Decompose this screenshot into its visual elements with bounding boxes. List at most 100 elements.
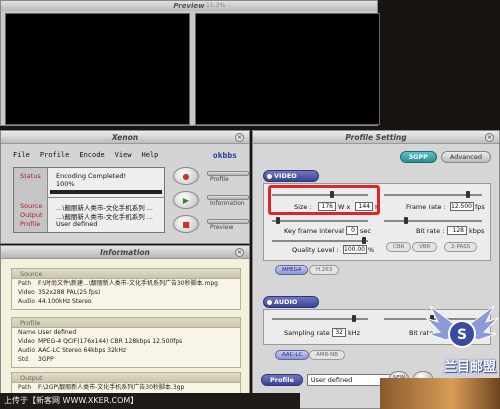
progress-text: 100%	[56, 180, 75, 188]
status-value: Encoding Completed!	[56, 172, 127, 180]
key-frame-label: Key frame interval :	[284, 227, 349, 235]
tab-advanced[interactable]: Advanced	[440, 151, 491, 163]
record-icon: ●	[182, 171, 190, 181]
close-icon[interactable]: ×	[485, 133, 494, 142]
key-frame-input[interactable]: 0	[346, 226, 358, 235]
info-row: Audio AAC-LC Stereo 64kbps 32kHz	[12, 346, 240, 355]
vbr-toggle[interactable]: VBR	[412, 242, 438, 252]
info-key: Path	[18, 384, 32, 391]
xenon-titlebar[interactable]: Xenon ×	[1, 131, 249, 144]
sampling-label: Sampling rate :	[284, 329, 334, 337]
info-value: 352x288 PAL(25 fps)	[38, 289, 101, 296]
stop-button[interactable]: ■	[173, 215, 199, 233]
profile-setting-title: Profile Setting	[345, 133, 407, 142]
menu-encode[interactable]: Encode	[79, 151, 104, 159]
frame-rate-input[interactable]: 12.500	[450, 202, 474, 211]
quality-slider[interactable]	[272, 237, 368, 244]
play-button[interactable]: ▶	[173, 191, 199, 209]
upload-banner: 上传于【新客网 WWW.XKER.COM】	[0, 393, 300, 409]
quality-label: Quality Level :	[292, 246, 339, 254]
menu-profile[interactable]: Profile	[40, 151, 70, 159]
two-pass-toggle[interactable]: 2-PASS	[444, 242, 478, 252]
video-section-toggle[interactable]: VIDEO	[263, 170, 319, 182]
preview-output-pane	[195, 13, 380, 125]
profile-info-box: Profile Name User defined Video MPEG-4 QCI…	[11, 317, 241, 368]
close-icon[interactable]: ×	[235, 133, 244, 142]
output-header: Output	[12, 373, 240, 383]
information-titlebar[interactable]: Information ×	[1, 246, 249, 259]
info-value: MPEG-4 QCIF(176x144) CBR 128kbps 12.500f…	[38, 338, 183, 345]
frame-rate-unit: fps	[475, 203, 485, 211]
watermark-logo: S 兰目邮盟 www.cosp.com	[424, 300, 500, 380]
tab-preview[interactable]: Preview	[207, 219, 249, 235]
sampling-input[interactable]: 32	[332, 328, 346, 337]
video-bit-rate-unit: kbps	[469, 227, 485, 235]
menu-help[interactable]: Help	[142, 151, 159, 159]
close-icon[interactable]: ×	[235, 248, 244, 257]
sampling-unit: kHz	[348, 329, 361, 337]
slider-knob[interactable]	[404, 217, 408, 224]
record-button[interactable]: ●	[173, 167, 199, 185]
quality-input[interactable]: 100.00	[343, 245, 367, 254]
h263-toggle[interactable]: H.263	[309, 265, 340, 275]
cbr-toggle[interactable]: CBR	[386, 242, 412, 252]
background-photo	[380, 378, 500, 409]
status-label: Status	[20, 172, 41, 180]
tab-profile-label: Profile	[210, 176, 229, 183]
progress-fill	[50, 190, 162, 194]
aac-lc-toggle[interactable]: AAC-LC	[275, 350, 310, 360]
highlight-annotation	[268, 185, 380, 215]
status-panel: Status Source Output Profile Encoding Co…	[13, 167, 165, 233]
video-bit-rate-input[interactable]: 128	[447, 226, 467, 235]
tab-preview-label: Preview	[210, 224, 234, 231]
sampling-slider[interactable]	[272, 315, 368, 322]
info-key: Video	[18, 289, 35, 296]
mpeg4-toggle[interactable]: MPEG4	[275, 265, 309, 275]
info-key: Audio	[18, 347, 36, 354]
preview-window: Preview 11:3%	[0, 0, 380, 126]
info-value: AAC-LC Stereo 64kbps 32kHz	[38, 347, 127, 354]
xenon-title: Xenon	[111, 133, 139, 142]
info-key: Video	[18, 338, 35, 345]
menu-bar: File Profile Encode View Help	[13, 151, 158, 159]
profile-header: Profile	[12, 318, 240, 328]
frame-rate-slider[interactable]	[384, 191, 482, 198]
info-value: 44.100kHz Stereo	[38, 298, 92, 305]
video-dot-icon	[267, 174, 272, 179]
menu-view[interactable]: View	[115, 151, 132, 159]
tab-profile[interactable]: Profile	[207, 171, 249, 187]
video-bit-rate-slider[interactable]	[384, 217, 482, 224]
play-icon: ▶	[182, 195, 190, 205]
status-labels: Status Source Output Profile	[14, 168, 48, 232]
xenon-window: Xenon × File Profile Encode View Help ok…	[0, 130, 250, 244]
info-value: F:\2GP\靓丽新人类市-文化手机系列广告30秒脚本.3gp	[38, 384, 185, 391]
profile-setting-titlebar[interactable]: Profile Setting ×	[253, 131, 499, 144]
tab-information[interactable]: Information	[207, 195, 249, 211]
information-title: Information	[100, 248, 150, 257]
divider	[48, 197, 165, 198]
slider-knob[interactable]	[352, 315, 356, 322]
amr-nb-toggle[interactable]: AMR-NB	[309, 350, 345, 360]
preview-title: Preview	[173, 2, 205, 10]
profile-value: User defined	[56, 220, 98, 228]
watermark-url: www.cosp.com	[442, 372, 483, 378]
key-frame-slider[interactable]	[272, 217, 368, 224]
stop-icon: ■	[182, 219, 190, 229]
menu-file[interactable]: File	[13, 151, 30, 159]
profile-footer: Profile User defined	[261, 374, 393, 386]
info-key: Name	[18, 329, 36, 336]
info-row: Audio 44.100kHz Stereo	[12, 297, 240, 306]
video-bit-rate-label: Bit rate :	[416, 227, 445, 235]
info-row: Path F:\2GP\靓丽新人类市-文化手机系列广告30秒脚本.3gp	[12, 383, 240, 392]
audio-section-toggle[interactable]: AUDIO	[263, 296, 319, 308]
info-key: Audio	[18, 298, 36, 305]
preview-titlebar[interactable]: Preview 11:3%	[1, 1, 377, 11]
info-row: Video 352x288 PAL(25 fps)	[12, 288, 240, 297]
progress-bar	[50, 190, 162, 194]
slider-knob[interactable]	[276, 217, 280, 224]
tab-3gpp[interactable]: 3GPP	[399, 151, 437, 163]
slider-knob[interactable]	[362, 237, 366, 244]
profile-footer-button[interactable]: Profile	[261, 374, 303, 386]
slider-knob[interactable]	[466, 191, 470, 198]
audio-dot-icon	[267, 300, 272, 305]
